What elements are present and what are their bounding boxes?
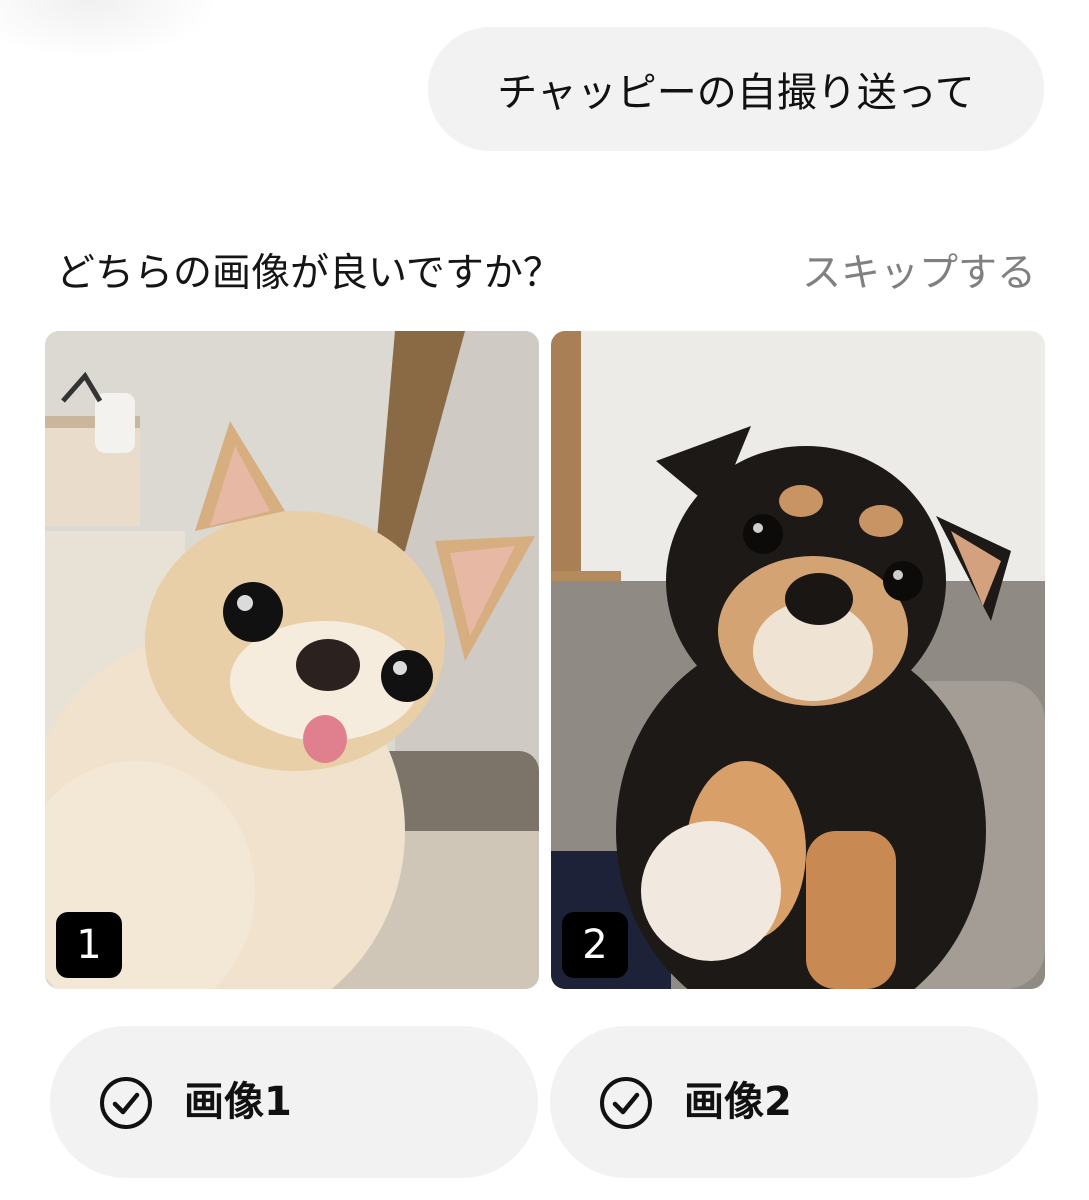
image-option-1[interactable]: 1: [45, 331, 539, 989]
select-image-1-label: 画像1: [184, 1079, 292, 1125]
black-tan-dog-photo: [551, 331, 1045, 989]
comparison-question: どちらの画像が良いですか？: [56, 251, 562, 296]
top-shadow-decoration: [0, 0, 220, 60]
check-circle-icon: [600, 1077, 652, 1129]
image-option-2[interactable]: 2: [551, 331, 1045, 989]
skip-button[interactable]: スキップする: [802, 242, 1036, 298]
user-message-bubble: チャッピーの自撮り送って: [428, 27, 1044, 151]
image-number-badge: 2: [562, 912, 628, 978]
select-image-2-button[interactable]: 画像2: [550, 1026, 1038, 1178]
select-image-1-button[interactable]: 画像1: [50, 1026, 538, 1178]
chihuahua-photo: [45, 331, 539, 989]
check-circle-icon: [100, 1077, 152, 1129]
select-image-2-label: 画像2: [684, 1079, 792, 1125]
image-number-badge: 1: [56, 912, 122, 978]
user-message-text: チャッピーの自撮り送って: [497, 70, 975, 116]
